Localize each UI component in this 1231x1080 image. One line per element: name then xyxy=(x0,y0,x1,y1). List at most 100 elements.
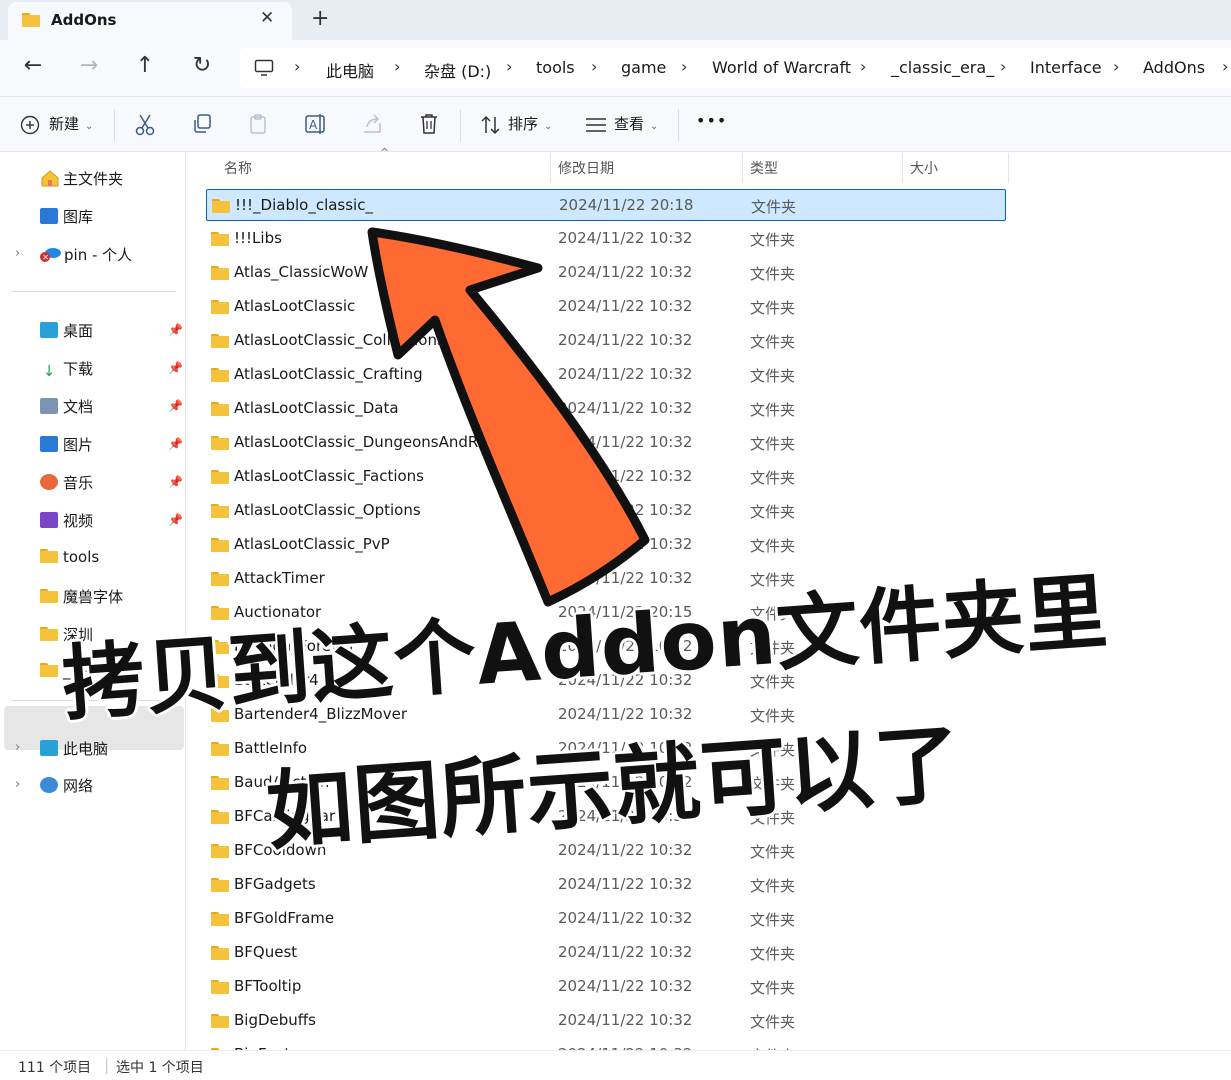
sidebar-item-label: 主文件夹 xyxy=(63,170,124,188)
file-date: 2024/11/22 10:32 xyxy=(558,535,693,553)
breadcrumb-separator[interactable]: › xyxy=(1222,57,1228,76)
folder-icon xyxy=(211,776,229,790)
folder-icon xyxy=(211,470,229,484)
file-row[interactable]: Atlas_ClassicWoW 2024/11/22 10:32 文件夹 xyxy=(206,257,1006,289)
sort-button[interactable]: 排序 ⌄ xyxy=(508,113,552,134)
file-row[interactable]: BigDebuffs 2024/11/22 10:32 文件夹 xyxy=(206,1005,1006,1037)
folder-icon xyxy=(211,742,229,756)
plus-circle-icon xyxy=(20,115,40,135)
file-type: 文件夹 xyxy=(750,979,796,997)
file-row[interactable]: BFTooltip 2024/11/22 10:32 文件夹 xyxy=(206,971,1006,1003)
file-type: 文件夹 xyxy=(750,299,796,317)
file-row[interactable]: AtlasLootClassic_Collections 2024/11/22 1… xyxy=(206,325,1006,357)
file-row[interactable]: BFGadgets 2024/11/22 10:32 文件夹 xyxy=(206,869,1006,901)
column-header-type[interactable]: 类型 xyxy=(750,158,778,178)
folder-icon xyxy=(211,980,229,994)
copy-icon[interactable] xyxy=(191,113,213,135)
folder-icon xyxy=(211,1014,229,1028)
column-divider[interactable] xyxy=(1008,153,1009,183)
new-button[interactable]: 新建 ⌄ xyxy=(49,113,93,134)
new-tab-icon[interactable]: + xyxy=(311,6,329,31)
item-count: 111 个项目 xyxy=(18,1060,92,1076)
file-row[interactable]: AtlasLootClassic 2024/11/22 10:32 文件夹 xyxy=(206,291,1006,323)
file-row[interactable]: AtlasLootClassic_Crafting 2024/11/22 10:3… xyxy=(206,359,1006,391)
file-type: 文件夹 xyxy=(751,198,797,216)
breadcrumb-separator[interactable]: › xyxy=(394,57,400,76)
file-date: 2024/11/22 20:18 xyxy=(559,196,694,214)
file-row[interactable]: AtlasLootClassic_PvP 2024/11/22 10:32 文件夹 xyxy=(206,529,1006,561)
paste-icon[interactable] xyxy=(248,113,270,135)
refresh-icon[interactable]: ↻ xyxy=(187,53,217,78)
breadcrumb-separator[interactable]: › xyxy=(1000,57,1006,76)
more-icon[interactable]: ••• xyxy=(696,111,727,130)
file-date: 2024/11/22 10:32 xyxy=(558,433,693,451)
breadcrumb-separator[interactable]: › xyxy=(860,57,866,76)
breadcrumb-separator[interactable]: › xyxy=(591,57,597,76)
title-bar: AddOns ✕ + xyxy=(0,0,1231,40)
file-name: !!!_Diablo_classic_ xyxy=(235,196,373,214)
breadcrumb-separator[interactable]: › xyxy=(506,57,512,76)
file-date: 2024/11/22 10:32 xyxy=(558,263,693,281)
folder-icon xyxy=(212,199,230,213)
file-row[interactable]: AtlasLootClassic_Factions 2024/11/22 10:3… xyxy=(206,461,1006,493)
file-type: 文件夹 xyxy=(750,1013,796,1031)
file-date: 2024/11/22 10:32 xyxy=(558,399,693,417)
file-name: BigDebuffs xyxy=(234,1011,316,1029)
folder-icon xyxy=(211,402,229,416)
tab-addons[interactable]: AddOns ✕ xyxy=(8,2,292,40)
file-type: 文件夹 xyxy=(750,911,796,929)
forward-icon[interactable]: → xyxy=(74,53,104,78)
folder-icon xyxy=(211,878,229,892)
view-button[interactable]: 查看 ⌄ xyxy=(614,113,658,134)
file-type: 文件夹 xyxy=(750,877,796,895)
file-row[interactable]: AtlasLootClassic_Options 2024/11/22 10:32… xyxy=(206,495,1006,527)
toolbar-divider xyxy=(460,109,461,141)
file-type: 文件夹 xyxy=(750,265,796,283)
breadcrumb-addons[interactable]: AddOns xyxy=(1143,58,1205,77)
file-name: AtlasLootClassic_Data xyxy=(234,399,399,417)
sort-icon xyxy=(481,115,500,135)
breadcrumb-drive-d[interactable]: 杂盘 (D:) xyxy=(424,58,491,82)
column-divider[interactable] xyxy=(902,153,903,183)
file-type: 文件夹 xyxy=(750,435,796,453)
back-icon[interactable]: ← xyxy=(18,53,48,78)
breadcrumb-interface[interactable]: Interface xyxy=(1030,58,1102,77)
folder-icon xyxy=(211,504,229,518)
breadcrumb-separator[interactable]: › xyxy=(294,57,300,76)
rename-icon[interactable]: A xyxy=(304,113,328,135)
file-name: BFQuest xyxy=(234,943,298,961)
folder-icon xyxy=(22,13,40,27)
file-row[interactable]: BFGoldFrame 2024/11/22 10:32 文件夹 xyxy=(206,903,1006,935)
breadcrumb-this-pc[interactable]: 此电脑 xyxy=(326,58,374,82)
sort-ascending-icon: ^ xyxy=(380,146,390,159)
up-icon[interactable]: ↑ xyxy=(130,53,160,78)
file-row[interactable]: BFQuest 2024/11/22 10:32 文件夹 xyxy=(206,937,1006,969)
breadcrumb-tools[interactable]: tools xyxy=(536,58,575,77)
column-divider[interactable] xyxy=(550,153,551,183)
file-type: 文件夹 xyxy=(750,537,796,555)
breadcrumb-separator[interactable]: › xyxy=(681,57,687,76)
breadcrumb-classic-era[interactable]: _classic_era_ xyxy=(891,58,994,77)
file-date: 2024/11/22 10:32 xyxy=(558,501,693,519)
breadcrumb-world-of-warcraft[interactable]: World of Warcraft xyxy=(712,58,851,77)
share-icon[interactable] xyxy=(361,113,383,135)
breadcrumb-game[interactable]: game xyxy=(621,58,666,77)
sort-label: 排序 xyxy=(508,115,539,133)
column-header-size[interactable]: 大小 xyxy=(910,158,938,178)
file-row[interactable]: !!!_Diablo_classic_ 2024/11/22 20:18 文件夹 xyxy=(206,189,1006,221)
address-bar[interactable]: › 此电脑 › 杂盘 (D:) › tools › game › World o… xyxy=(240,48,1231,88)
delete-icon[interactable] xyxy=(418,112,440,136)
breadcrumb-separator[interactable]: › xyxy=(1113,57,1119,76)
column-header-date[interactable]: 修改日期 xyxy=(558,158,614,178)
file-date: 2024/11/22 10:32 xyxy=(558,977,693,995)
file-row[interactable]: !!!Libs 2024/11/22 10:32 文件夹 xyxy=(206,223,1006,255)
cut-icon[interactable] xyxy=(135,114,155,136)
file-type: 文件夹 xyxy=(750,503,796,521)
close-tab-icon[interactable]: ✕ xyxy=(260,8,274,28)
toolbar-divider xyxy=(678,109,679,141)
column-header-name[interactable]: 名称 xyxy=(224,158,252,178)
column-divider[interactable] xyxy=(742,153,743,183)
file-row[interactable]: BigFoot2024/11/22 10:32文件夹 xyxy=(206,1039,1006,1050)
file-row[interactable]: AtlasLootClassic_Data 2024/11/22 10:32 文件夹 xyxy=(206,393,1006,425)
file-row[interactable]: AtlasLootClassic_DungeonsAndRaids 2024/11… xyxy=(206,427,1006,459)
